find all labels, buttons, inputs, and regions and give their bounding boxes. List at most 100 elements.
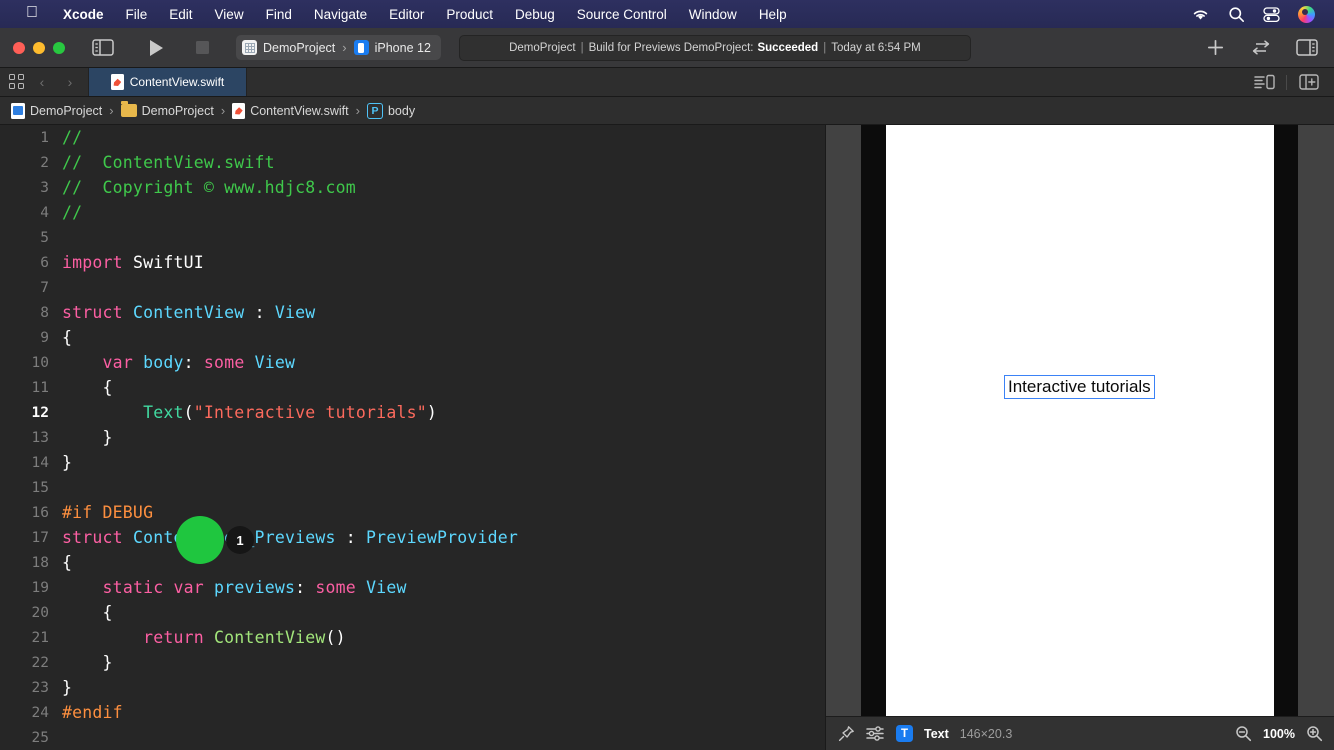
code-text[interactable]: // Copyright © www.hdjc8.com <box>62 178 356 197</box>
code-text[interactable]: } <box>62 653 113 672</box>
scheme-selector[interactable]: DemoProject › iPhone 12 <box>236 35 441 60</box>
menu-item-debug[interactable]: Debug <box>504 7 566 22</box>
tab-grid-icon[interactable] <box>8 73 26 91</box>
code-line[interactable]: 1 // <box>0 125 825 150</box>
menu-item-edit[interactable]: Edit <box>158 7 203 22</box>
breadcrumb-item-file[interactable]: ContentView.swift <box>232 102 349 119</box>
zoom-level-label[interactable]: 100% <box>1263 727 1295 741</box>
pin-icon[interactable] <box>838 725 855 742</box>
inspector-toggle-icon[interactable] <box>1294 36 1320 60</box>
add-icon[interactable] <box>1202 36 1228 60</box>
code-text[interactable]: // ContentView.swift <box>62 153 275 172</box>
code-line[interactable]: 3 // Copyright © www.hdjc8.com <box>0 175 825 200</box>
code-line[interactable]: 12 Text("Interactive tutorials") <box>0 400 825 425</box>
menu-item-navigate[interactable]: Navigate <box>303 7 378 22</box>
apple-logo-icon[interactable]:  <box>10 5 52 21</box>
code-line[interactable]: 15 <box>0 475 825 500</box>
zoom-button[interactable] <box>53 41 65 54</box>
code-line[interactable]: 20 { <box>0 600 825 625</box>
sidebar-toggle-icon[interactable] <box>90 36 116 60</box>
code-line[interactable]: 24 #endif <box>0 700 825 725</box>
code-line[interactable]: 19 static var previews: some View <box>0 575 825 600</box>
add-editor-icon[interactable] <box>1296 70 1322 94</box>
preview-canvas[interactable]: Interactive tutorials T Text 146×20.3 10… <box>825 125 1334 750</box>
code-line[interactable]: 18 { <box>0 550 825 575</box>
code-text[interactable]: { <box>62 603 113 622</box>
menu-item-source-control[interactable]: Source Control <box>566 7 678 22</box>
user-avatar-icon[interactable] <box>1289 5 1324 23</box>
search-icon[interactable] <box>1219 6 1254 23</box>
nav-back-icon[interactable]: ‹ <box>30 74 54 90</box>
code-text[interactable]: Text("Interactive tutorials") <box>62 403 437 422</box>
code-text[interactable]: static var previews: some View <box>62 578 407 597</box>
code-line[interactable]: 6 import SwiftUI <box>0 250 825 275</box>
code-line[interactable]: 14} <box>0 450 825 475</box>
code-editor[interactable]: 1 // 2 // ContentView.swift 3 // Copyright © … <box>0 125 825 750</box>
zoom-out-icon[interactable] <box>1235 725 1252 742</box>
breadcrumb-item-project[interactable]: DemoProject <box>11 102 102 119</box>
line-number: 12 <box>31 404 49 421</box>
code-line[interactable]: 11 { <box>0 375 825 400</box>
menu-item-file[interactable]: File <box>115 7 159 22</box>
code-line[interactable]: 13 } <box>0 425 825 450</box>
code-line[interactable]: 7 <box>0 275 825 300</box>
code-token: // <box>62 203 83 222</box>
code-line[interactable]: 16 #if DEBUG <box>0 500 825 525</box>
code-text[interactable]: return ContentView() <box>62 628 346 647</box>
code-text[interactable]: #if DEBUG <box>62 503 153 522</box>
code-line[interactable]: 5 <box>0 225 825 250</box>
preview-text-element[interactable]: Interactive tutorials <box>1004 375 1155 399</box>
menu-item-product[interactable]: Product <box>435 7 504 22</box>
build-status-bar[interactable]: DemoProject | Build for Previews DemoPro… <box>458 34 971 61</box>
code-line[interactable]: 25 <box>0 725 825 750</box>
code-line[interactable]: 23} <box>0 675 825 700</box>
code-text[interactable]: { <box>62 328 72 347</box>
code-line[interactable]: 21 return ContentView() <box>0 625 825 650</box>
code-lines[interactable]: 1 // 2 // ContentView.swift 3 // Copyright © … <box>0 125 825 750</box>
code-text[interactable]: struct ContentView_Previews : PreviewPro… <box>62 528 518 547</box>
code-text[interactable]: #endif <box>62 703 123 722</box>
swap-editors-icon[interactable] <box>1248 36 1274 60</box>
close-button[interactable] <box>13 41 25 54</box>
code-text[interactable]: } <box>62 453 72 472</box>
zoom-in-icon[interactable] <box>1306 725 1323 742</box>
code-line[interactable]: 8 struct ContentView : View <box>0 300 825 325</box>
code-text[interactable]: // <box>62 203 82 222</box>
menu-item-find[interactable]: Find <box>255 7 303 22</box>
code-text[interactable]: // <box>62 128 82 147</box>
code-line[interactable]: 22 } <box>0 650 825 675</box>
minimize-button[interactable] <box>33 41 45 54</box>
control-center-icon[interactable] <box>1254 6 1289 22</box>
wifi-icon[interactable] <box>1182 7 1219 21</box>
editor-options-icon[interactable] <box>1251 70 1277 94</box>
nav-forward-icon[interactable]: › <box>58 74 82 90</box>
code-text[interactable]: { <box>62 553 72 572</box>
line-number: 19 <box>31 579 49 596</box>
code-text[interactable]: struct ContentView : View <box>62 303 315 322</box>
menu-item-xcode[interactable]: Xcode <box>52 7 115 22</box>
code-text[interactable]: } <box>62 678 72 697</box>
code-text[interactable]: import SwiftUI <box>62 253 204 272</box>
device-screen[interactable]: Interactive tutorials <box>886 125 1274 716</box>
code-line[interactable]: 10 var body: some View <box>0 350 825 375</box>
tab-contentview-swift[interactable]: ContentView.swift <box>88 68 247 96</box>
menu-item-help[interactable]: Help <box>748 7 798 22</box>
code-line[interactable]: 2 // ContentView.swift <box>0 150 825 175</box>
run-play-icon[interactable] <box>143 36 169 60</box>
menu-item-editor[interactable]: Editor <box>378 7 435 22</box>
breadcrumb-item-body[interactable]: P body <box>366 102 415 119</box>
stop-square-icon[interactable] <box>189 36 215 60</box>
code-line[interactable]: 4 // <box>0 200 825 225</box>
code-text[interactable]: var body: some View <box>62 353 295 372</box>
code-line[interactable]: 9{ <box>0 325 825 350</box>
preview-settings-icon[interactable] <box>866 726 885 741</box>
menu-item-view[interactable]: View <box>204 7 255 22</box>
menu-item-window[interactable]: Window <box>678 7 748 22</box>
code-text[interactable]: } <box>62 428 113 447</box>
status-pipe-1: | <box>580 41 584 54</box>
code-text[interactable]: { <box>62 378 113 397</box>
breadcrumb-item-folder[interactable]: DemoProject <box>120 101 214 118</box>
code-line[interactable]: 17 struct ContentView_Previews : PreviewP… <box>0 525 825 550</box>
toolbar-right-group <box>1202 36 1334 60</box>
